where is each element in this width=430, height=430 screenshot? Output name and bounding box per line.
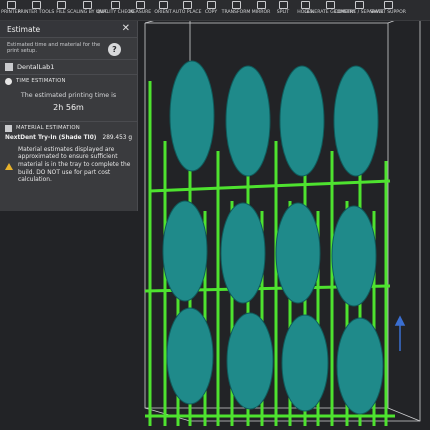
- combine-separate-icon: [354, 1, 364, 9]
- toolbar-label: SMART SUPPOR: [370, 10, 406, 15]
- printer-tools-icon: [31, 1, 41, 9]
- toolbar-label: FILE: [56, 10, 66, 15]
- toolbar-label: ORIENT: [154, 10, 172, 15]
- holes-icon: [300, 1, 310, 9]
- model-r3-c3: [281, 314, 329, 412]
- model-r3-c2: [226, 312, 274, 410]
- generate-geometry-icon: [325, 1, 335, 9]
- material-caption: MATERIAL ESTIMATION: [16, 125, 80, 132]
- scaling-icon: [82, 1, 92, 9]
- toolbar-label: PRINTER TOOLS: [17, 10, 55, 15]
- model-r3-c1: [166, 307, 214, 405]
- printer-icon: [6, 1, 16, 9]
- toolbar-label: COPY: [204, 10, 218, 15]
- smart-support-icon: [383, 1, 393, 9]
- time-estimation-section: TIME ESTIMATION The estimated printing t…: [0, 73, 137, 121]
- mirror-icon: [256, 1, 266, 9]
- auto-place-icon: [182, 1, 192, 9]
- printer-icon: [5, 62, 13, 71]
- toolbar-smart-support-button[interactable]: SMART SUPPOR: [370, 0, 406, 20]
- split-icon: [278, 1, 288, 9]
- toolbar-label: SPLIT: [276, 10, 290, 15]
- main-toolbar: PRINTER PRINTER TOOLS FILE SCALING BY UNIT Q…: [0, 0, 430, 21]
- toolbar-measure-button[interactable]: MEASURE: [128, 0, 152, 20]
- transform-icon: [231, 1, 241, 9]
- panel-description: Estimated time and material for the prin…: [7, 42, 101, 55]
- toolbar-copy-button[interactable]: COPY: [200, 0, 222, 20]
- model-r1-c3: [279, 65, 325, 177]
- quality-check-icon: [110, 1, 120, 9]
- time-caption: TIME ESTIMATION: [16, 78, 66, 85]
- toolbar-orient-button[interactable]: ORIENT: [152, 0, 174, 20]
- dental-models: [162, 60, 384, 415]
- toolbar-printer-tools-button[interactable]: PRINTER TOOLS: [18, 0, 54, 20]
- model-r1-c1: [169, 60, 215, 172]
- toolbar-label: TRANSFORM: [221, 10, 251, 15]
- time-text: The estimated printing time is: [20, 91, 117, 99]
- warning-icon: [5, 162, 13, 170]
- z-axis-gizmo-icon: [394, 315, 406, 351]
- printer-name: DentalLab1: [17, 62, 55, 71]
- estimate-panel: Estimate ✕ Estimated time and material f…: [0, 21, 138, 211]
- material-name: NextDent Try-In (Shade TI0): [5, 134, 97, 141]
- material-icon: [5, 124, 12, 132]
- orient-icon: [158, 1, 168, 9]
- model-r2-c2: [220, 202, 266, 304]
- help-icon[interactable]: ?: [108, 43, 121, 56]
- close-icon[interactable]: ✕: [122, 24, 130, 34]
- model-r2-c3: [275, 202, 321, 304]
- model-r1-c4: [333, 65, 379, 177]
- model-r3-c4: [336, 317, 384, 415]
- toolbar-quality-check-button[interactable]: QUALITY CHECK: [97, 0, 133, 20]
- panel-title: Estimate: [7, 24, 41, 34]
- warning-text: Material estimates displayed are approxi…: [18, 146, 131, 184]
- toolbar-label: AUTO PLACE: [172, 10, 202, 15]
- measure-icon: [135, 1, 145, 9]
- file-icon: [56, 1, 66, 9]
- toolbar-transform-button[interactable]: TRANSFORM: [222, 0, 250, 20]
- time-value: 2h 56m: [53, 102, 84, 112]
- toolbar-label: MIRROR: [251, 10, 271, 15]
- clock-icon: [5, 77, 12, 85]
- model-r2-c1: [162, 200, 208, 302]
- model-r2-c4: [331, 205, 377, 307]
- toolbar-split-button[interactable]: SPLIT: [272, 0, 294, 20]
- toolbar-label: MEASURE: [128, 10, 152, 15]
- toolbar-auto-place-button[interactable]: AUTO PLACE: [172, 0, 202, 20]
- panel-header: Estimate ✕: [0, 21, 137, 38]
- printer-row: DentalLab1: [0, 58, 137, 74]
- toolbar-mirror-button[interactable]: MIRROR: [250, 0, 272, 20]
- model-r1-c2: [225, 65, 271, 177]
- material-estimation-section: MATERIAL ESTIMATION NextDent Try-In (Sha…: [0, 120, 137, 188]
- copy-icon: [206, 1, 216, 9]
- material-amount: 289.453 g: [102, 134, 133, 141]
